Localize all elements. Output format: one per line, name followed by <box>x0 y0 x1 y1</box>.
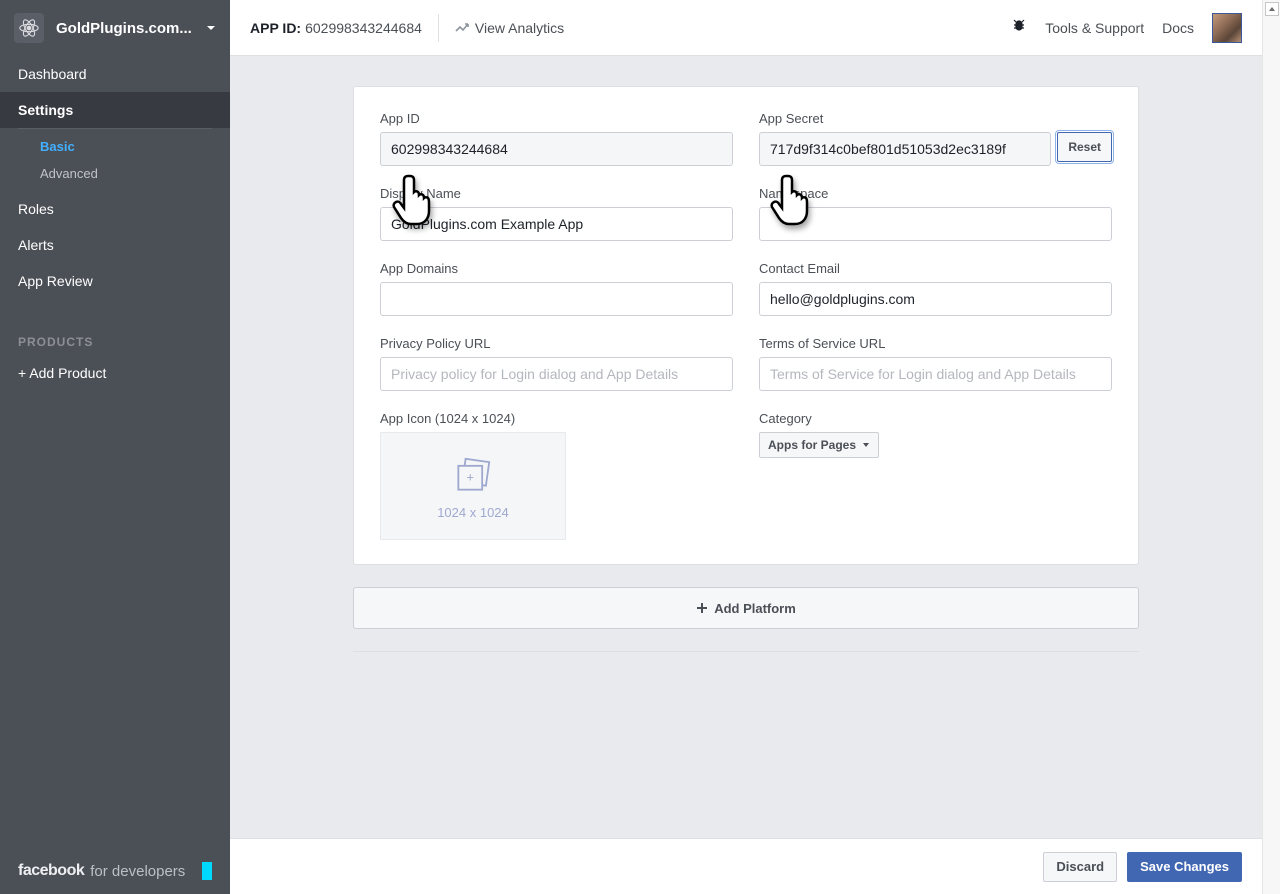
app-id-input[interactable] <box>380 132 733 166</box>
app-name: GoldPlugins.com... <box>56 20 202 37</box>
sidebar-item-app-review[interactable]: App Review <box>0 263 230 299</box>
user-avatar[interactable] <box>1212 13 1242 43</box>
appid-value: 602998343244684 <box>305 20 422 36</box>
sidebar-item-settings[interactable]: Settings <box>0 92 230 128</box>
sidebar-item-dashboard[interactable]: Dashboard <box>0 56 230 92</box>
app-domains-input[interactable] <box>380 282 733 316</box>
add-platform-label: Add Platform <box>714 601 796 616</box>
topbar: APP ID: 602998343244684 View Analytics T… <box>230 0 1262 56</box>
svg-text:+: + <box>467 469 475 484</box>
scrollbar[interactable] <box>1262 0 1280 894</box>
display-name-label: Display Name <box>380 186 733 201</box>
app-secret-label: App Secret <box>759 111 1112 126</box>
tos-url-label: Terms of Service URL <box>759 336 1112 351</box>
divider <box>438 14 439 42</box>
app-id-label: App ID <box>380 111 733 126</box>
caret-down-icon <box>206 20 216 36</box>
docs-link[interactable]: Docs <box>1162 20 1194 36</box>
app-domains-label: App Domains <box>380 261 733 276</box>
app-icon-upload[interactable]: + 1024 x 1024 <box>380 432 566 540</box>
bug-icon[interactable] <box>1011 18 1027 37</box>
category-label: Category <box>759 411 1112 426</box>
products-label: PRODUCTS <box>0 299 230 359</box>
tools-support-link[interactable]: Tools & Support <box>1045 20 1144 36</box>
namespace-label: Namespace <box>759 186 1112 201</box>
contact-email-input[interactable] <box>759 282 1112 316</box>
section-divider <box>353 651 1139 652</box>
scroll-up-icon[interactable] <box>1265 2 1279 16</box>
namespace-input[interactable] <box>759 207 1112 241</box>
appid-label: APP ID: <box>250 20 301 36</box>
analytics-label: View Analytics <box>475 20 564 36</box>
sidebar: GoldPlugins.com... Dashboard Settings Ba… <box>0 0 230 894</box>
analytics-icon <box>455 21 469 35</box>
view-analytics-link[interactable]: View Analytics <box>455 20 564 36</box>
plus-icon <box>696 602 708 614</box>
footer-indicator <box>202 862 212 880</box>
settings-card: App ID App Secret Reset Display Name Nam… <box>353 86 1139 565</box>
category-select[interactable]: Apps for Pages <box>759 432 879 458</box>
app-icon-placeholder: 1024 x 1024 <box>437 505 509 520</box>
save-changes-button[interactable]: Save Changes <box>1127 852 1242 882</box>
footer-suffix: for developers <box>90 863 185 880</box>
app-icon-label: App Icon (1024 x 1024) <box>380 411 733 426</box>
app-secret-input[interactable] <box>759 132 1051 166</box>
app-logo-icon <box>14 13 44 43</box>
tos-url-input[interactable] <box>759 357 1112 391</box>
privacy-url-input[interactable] <box>380 357 733 391</box>
settings-subnav: Basic Advanced <box>18 128 212 191</box>
display-name-input[interactable] <box>380 207 733 241</box>
sidebar-nav: Dashboard Settings Basic Advanced Roles … <box>0 56 230 387</box>
sidebar-subitem-basic[interactable]: Basic <box>18 133 212 160</box>
reset-secret-button[interactable]: Reset <box>1057 132 1112 162</box>
add-product-button[interactable]: + Add Product <box>0 359 230 387</box>
sidebar-item-roles[interactable]: Roles <box>0 191 230 227</box>
category-value: Apps for Pages <box>768 438 856 452</box>
contact-email-label: Contact Email <box>759 261 1112 276</box>
sidebar-item-alerts[interactable]: Alerts <box>0 227 230 263</box>
caret-down-icon <box>862 438 870 452</box>
discard-button[interactable]: Discard <box>1043 852 1117 882</box>
privacy-url-label: Privacy Policy URL <box>380 336 733 351</box>
sidebar-footer: facebook for developers <box>0 848 230 894</box>
add-platform-button[interactable]: Add Platform <box>353 587 1139 629</box>
sidebar-subitem-advanced[interactable]: Advanced <box>18 160 212 187</box>
footer-bar: Discard Save Changes <box>230 838 1262 894</box>
main-content: App ID App Secret Reset Display Name Nam… <box>230 56 1262 838</box>
image-upload-icon: + <box>451 453 495 497</box>
footer-brand: facebook <box>18 862 84 880</box>
app-switcher[interactable]: GoldPlugins.com... <box>0 0 230 56</box>
